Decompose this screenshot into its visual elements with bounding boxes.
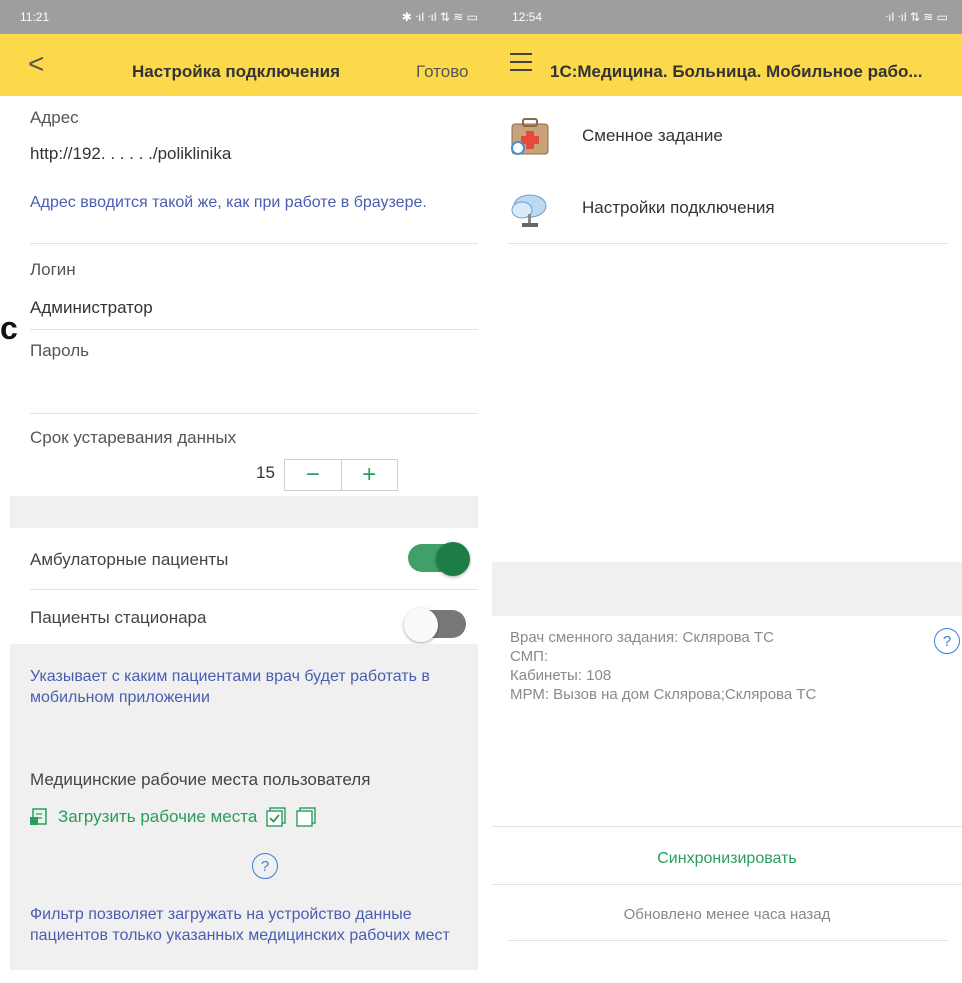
load-workplaces-button[interactable]: Загрузить рабочие места — [28, 806, 317, 828]
divider — [492, 826, 962, 827]
status-bar: 12:54 ᐧıl ᐧıl ⇅ ≋ ▭ — [492, 0, 962, 34]
load-workplaces-label: Загрузить рабочие места — [58, 807, 258, 826]
divider — [508, 940, 948, 941]
ambulatory-toggle[interactable] — [408, 542, 470, 576]
main-menu-screen: 12:54 ᐧıl ᐧıl ⇅ ≋ ▭ 1С:Медицина. Больниц… — [492, 0, 962, 983]
cloud-network-icon — [511, 194, 547, 227]
page-title: Настройка подключения — [132, 62, 340, 81]
select-all-icon[interactable] — [265, 806, 287, 828]
last-updated: Обновлено менее часа назад — [623, 906, 831, 923]
ambulatory-label: Амбулаторные пациенты — [30, 550, 229, 569]
medical-kit-icon — [511, 118, 549, 155]
toggle-knob — [436, 542, 470, 576]
expiry-label: Срок устаревания данных — [30, 428, 237, 447]
app-title: 1С:Медицина. Больница. Мобильное рабо... — [550, 62, 923, 81]
back-button[interactable]: < — [28, 50, 44, 78]
smp-line: СМП: — [510, 648, 549, 665]
stationary-toggle[interactable] — [404, 608, 466, 642]
section-spacer — [10, 496, 478, 528]
menu-item-label: Сменное задание — [582, 126, 723, 145]
password-field[interactable] — [30, 366, 470, 406]
download-icon — [30, 808, 47, 825]
divider — [30, 329, 478, 330]
address-label: Адрес — [30, 108, 79, 127]
status-icons: ᐧıl ᐧıl ⇅ ≋ ▭ — [885, 10, 948, 24]
done-button[interactable]: Готово — [416, 62, 469, 82]
workplace-line: МРМ: Вызов на дом Склярова;Склярова ТС — [510, 686, 817, 703]
menu-item-shift-task[interactable]: Сменное задание — [508, 100, 948, 172]
help-icon[interactable]: ? — [252, 853, 278, 879]
filter-hint: Фильтр позволяет загружать на устройство… — [30, 906, 450, 944]
increment-button[interactable]: + — [340, 460, 398, 490]
sync-button[interactable]: Синхронизировать — [492, 850, 962, 868]
divider — [30, 243, 478, 244]
address-hint: Адрес вводится такой же, как при работе … — [30, 194, 427, 211]
menu-item-connection-settings[interactable]: Настройки подключения — [508, 172, 948, 244]
divider — [30, 589, 478, 590]
shift-info: Врач сменного задания: Склярова ТС СМП: … — [510, 628, 816, 704]
deselect-all-icon[interactable] — [295, 806, 317, 828]
connection-settings-screen: 11:21 ✱ ᐧıl ᐧıl ⇅ ≋ ▭ < Настройка подклю… — [0, 0, 492, 983]
workplaces-label: Медицинские рабочие места пользователя — [30, 770, 371, 789]
decrement-button[interactable]: − — [285, 460, 341, 490]
menu-item-label: Настройки подключения — [582, 198, 775, 217]
hamburger-menu-icon[interactable] — [510, 53, 532, 71]
status-time: 11:21 — [20, 10, 50, 24]
divider — [508, 243, 948, 244]
status-time: 12:54 — [512, 10, 543, 24]
status-bar: 11:21 ✱ ᐧıl ᐧıl ⇅ ≋ ▭ — [0, 0, 492, 34]
rooms-line: Кабинеты: 108 — [510, 667, 612, 684]
stationary-label: Пациенты стационара — [30, 608, 207, 627]
login-label: Логин — [30, 260, 76, 279]
divider — [30, 413, 478, 414]
help-icon[interactable]: ? — [934, 628, 960, 654]
password-label: Пароль — [30, 341, 89, 360]
divider — [492, 884, 962, 885]
patients-hint: Указывает с каким пациентами врач будет … — [30, 668, 430, 706]
status-icons: ✱ ᐧıl ᐧıl ⇅ ≋ ▭ — [401, 10, 478, 24]
address-field[interactable]: http://192. . . . . ./poliklinika — [30, 144, 231, 164]
expiry-value[interactable]: 15 — [256, 463, 275, 483]
doctor-line: Врач сменного задания: Склярова ТС — [510, 629, 774, 646]
toggle-knob — [404, 608, 438, 642]
gray-band — [492, 562, 962, 616]
login-field[interactable]: Администратор — [30, 298, 153, 318]
expiry-stepper: − + — [284, 459, 398, 491]
